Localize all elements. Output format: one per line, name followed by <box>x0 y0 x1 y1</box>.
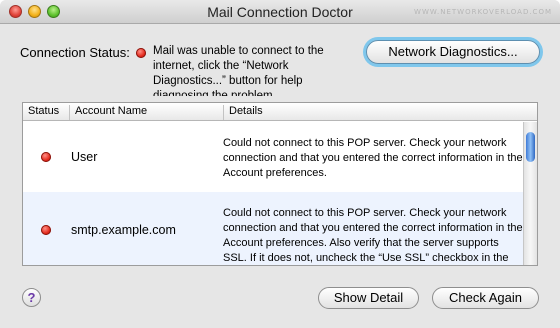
details-cell: Could not connect to this POP server. Ch… <box>223 207 523 264</box>
help-button[interactable]: ? <box>22 288 41 307</box>
connection-status-message: Mail was unable to connect to the intern… <box>153 45 324 96</box>
details-cell: Could not connect to this POP server. Ch… <box>223 137 523 179</box>
column-header-status[interactable]: Status <box>23 105 69 120</box>
show-detail-button[interactable]: Show Detail <box>318 287 419 309</box>
table-row[interactable]: smtp.example.com Could not connect to th… <box>23 192 523 265</box>
check-again-button[interactable]: Check Again <box>432 287 539 309</box>
title-bar: Mail Connection Doctor WWW.NETWORKOVERLO… <box>0 0 560 24</box>
column-header-details[interactable]: Details <box>223 105 523 120</box>
vertical-scrollbar[interactable] <box>523 122 537 265</box>
status-indicator-icon <box>41 225 51 235</box>
watermark: WWW.NETWORKOVERLOAD.COM <box>414 8 552 16</box>
table-header: Status Account Name Details <box>23 103 537 121</box>
connection-status-indicator-icon <box>136 48 146 58</box>
table-row[interactable]: User Could not connect to this POP serve… <box>23 122 523 192</box>
mail-connection-doctor-window: Mail Connection Doctor WWW.NETWORKOVERLO… <box>0 0 560 328</box>
accounts-table: Status Account Name Details User Could n… <box>22 102 538 266</box>
column-header-account-name[interactable]: Account Name <box>69 105 223 120</box>
network-diagnostics-button[interactable]: Network Diagnostics... <box>366 40 540 64</box>
scrollbar-thumb[interactable] <box>526 132 535 162</box>
account-name-cell: User <box>71 150 98 164</box>
account-name-cell: smtp.example.com <box>71 223 176 237</box>
status-indicator-icon <box>41 152 51 162</box>
connection-status-label: Connection Status: <box>20 45 130 60</box>
table-body: User Could not connect to this POP serve… <box>23 122 523 265</box>
